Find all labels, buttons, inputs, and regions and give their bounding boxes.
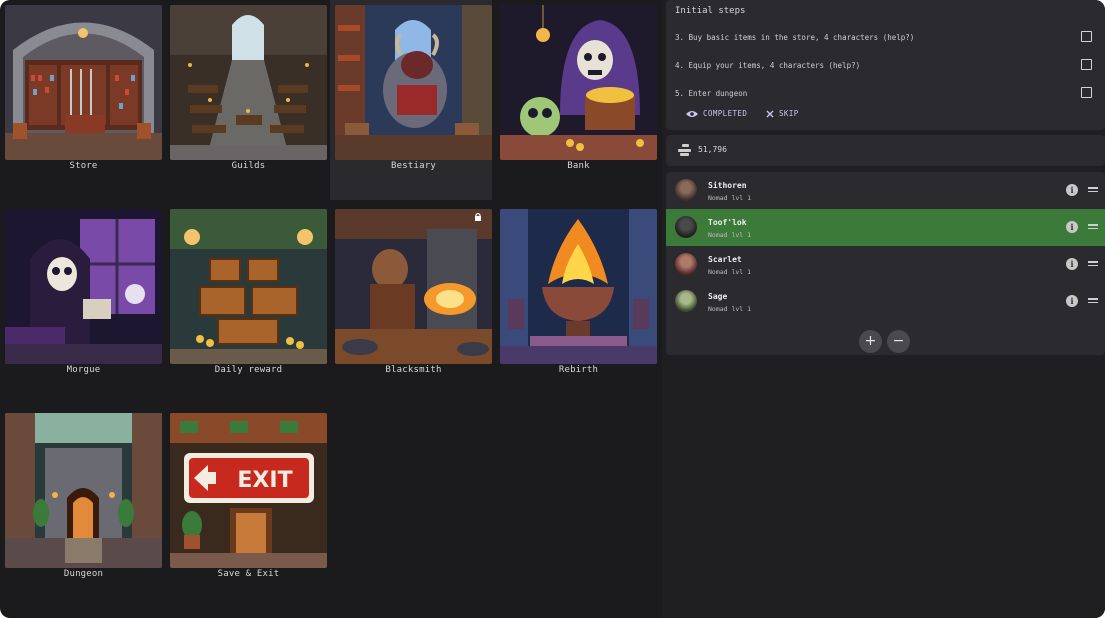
initial-steps-card: Initial steps 3. Buy basic items in the … (666, 0, 1105, 130)
tile-blacksmith[interactable]: Blacksmith (330, 204, 492, 382)
step-item[interactable]: 4. Equip your items, 4 characters (help?… (675, 61, 860, 70)
close-icon (766, 110, 774, 117)
avatar (675, 290, 697, 312)
tile-label: Save & Exit (217, 569, 280, 579)
step-item: 5. Enter dungeon (675, 89, 748, 98)
info-icon[interactable]: i (1066, 221, 1078, 233)
skip-button[interactable]: SKIP (766, 109, 799, 118)
tile-dungeon[interactable]: Dungeon (0, 408, 162, 586)
tile-label: Blacksmith (385, 365, 442, 375)
party-member[interactable]: Sage Nomad lvl 1 i (666, 283, 1105, 320)
step-checkbox[interactable] (1081, 59, 1092, 70)
drag-handle-icon[interactable] (1088, 298, 1098, 304)
party-member[interactable]: Sithoren Nomad lvl 1 i (666, 172, 1105, 209)
location-grid: Store Guilds Bestiary Bank Morgue Daily … (0, 0, 662, 618)
tile-guilds[interactable]: Guilds (165, 0, 327, 178)
steps-title: Initial steps (675, 6, 746, 16)
save-exit-image: EXIT (170, 413, 327, 568)
lock-icon (475, 212, 481, 221)
gold-amount: 51,796 (698, 145, 727, 154)
gold-coins-icon (678, 144, 691, 156)
tile-save-exit[interactable]: EXIT Save & Exit (165, 408, 327, 586)
party-card: Sithoren Nomad lvl 1 i Toof'lok Nomad lv… (666, 172, 1105, 355)
bank-image (500, 5, 657, 160)
member-class: Nomad lvl 1 (708, 194, 752, 202)
party-member-selected[interactable]: Toof'lok Nomad lvl 1 i (666, 209, 1105, 246)
side-panel: Initial steps 3. Buy basic items in the … (662, 0, 1105, 618)
tile-label: Daily reward (214, 365, 283, 375)
blacksmith-image (335, 209, 492, 364)
member-name: Scarlet (708, 255, 742, 264)
step-checkbox[interactable] (1081, 87, 1092, 98)
member-name: Toof'lok (708, 218, 747, 227)
member-name: Sithoren (708, 181, 747, 190)
game-window: Store Guilds Bestiary Bank Morgue Daily … (0, 0, 1105, 618)
daily-reward-image (170, 209, 327, 364)
avatar (675, 253, 697, 275)
tile-label: Bank (567, 161, 590, 171)
avatar (675, 179, 697, 201)
tile-bestiary[interactable]: Bestiary (330, 0, 492, 200)
remove-member-button[interactable]: − (887, 330, 910, 353)
party-member[interactable]: Scarlet Nomad lvl 1 i (666, 246, 1105, 283)
completed-button[interactable]: COMPLETED (686, 109, 747, 118)
eye-icon (686, 110, 698, 117)
drag-handle-icon[interactable] (1088, 261, 1098, 267)
step-item[interactable]: 3. Buy basic items in the store, 4 chara… (675, 33, 914, 42)
morgue-image (5, 209, 162, 364)
tile-label: Dungeon (63, 569, 104, 579)
tile-bank[interactable]: Bank (495, 0, 657, 178)
step-checkbox[interactable] (1081, 31, 1092, 42)
member-class: Nomad lvl 1 (708, 305, 752, 313)
completed-label: COMPLETED (703, 109, 748, 118)
tile-label: Store (69, 161, 98, 171)
rebirth-image (500, 209, 657, 364)
drag-handle-icon[interactable] (1088, 187, 1098, 193)
bestiary-image (335, 5, 492, 160)
add-member-button[interactable]: + (859, 330, 882, 353)
tile-label: Morgue (66, 365, 101, 375)
svg-text:EXIT: EXIT (237, 468, 292, 493)
avatar (675, 216, 697, 238)
member-class: Nomad lvl 1 (708, 268, 752, 276)
info-icon[interactable]: i (1066, 295, 1078, 307)
tile-daily-reward[interactable]: Daily reward (165, 204, 327, 382)
store-image (5, 5, 162, 160)
tile-label: Guilds (231, 161, 266, 171)
tile-store[interactable]: Store (0, 0, 162, 178)
dungeon-image (5, 413, 162, 568)
skip-label: SKIP (779, 109, 799, 118)
member-name: Sage (708, 292, 728, 301)
drag-handle-icon[interactable] (1088, 224, 1098, 230)
gold-card: 51,796 (666, 135, 1105, 166)
tile-rebirth[interactable]: Rebirth (495, 204, 657, 382)
guilds-image (170, 5, 327, 160)
tile-morgue[interactable]: Morgue (0, 204, 162, 382)
tile-label: Rebirth (558, 365, 599, 375)
tile-label: Bestiary (391, 161, 436, 171)
member-class: Nomad lvl 1 (708, 231, 752, 239)
info-icon[interactable]: i (1066, 184, 1078, 196)
info-icon[interactable]: i (1066, 258, 1078, 270)
